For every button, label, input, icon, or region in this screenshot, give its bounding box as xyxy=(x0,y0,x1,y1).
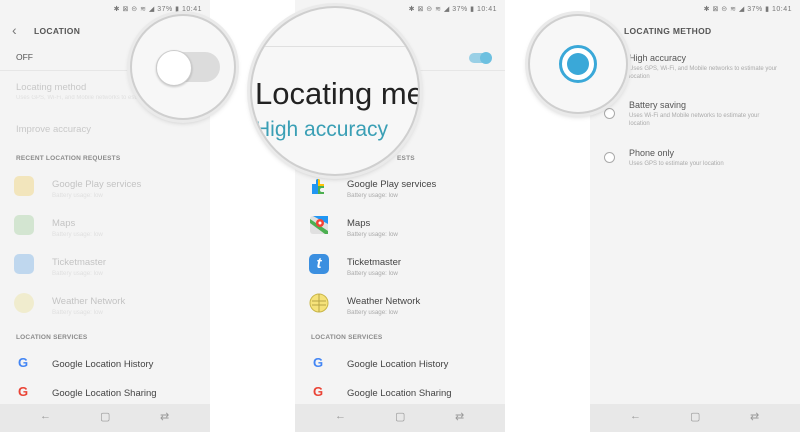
app-name: Maps xyxy=(347,218,371,229)
nav-back-icon[interactable]: ← xyxy=(40,410,51,422)
divider xyxy=(252,46,418,47)
nav-recent-apps-icon[interactable]: ⇄ xyxy=(750,410,759,423)
option-description: Uses GPS, Wi-Fi, and Mobile networks to … xyxy=(629,66,778,80)
zoomed-high-accuracy-label[interactable]: High accuracy xyxy=(255,118,388,142)
radio-button-unselected[interactable] xyxy=(604,108,615,119)
toggle-knob xyxy=(156,50,192,86)
location-toggle-off[interactable] xyxy=(156,50,220,86)
service-name: Google Location Sharing xyxy=(347,388,452,399)
ticketmaster-icon: t xyxy=(309,254,329,274)
radio-button-unselected[interactable] xyxy=(604,152,615,163)
app-name: Maps xyxy=(52,218,76,229)
google-g-icon: G xyxy=(313,384,324,399)
back-arrow-icon[interactable]: ‹ xyxy=(12,22,17,38)
toggle-knob xyxy=(480,52,492,64)
status-indicators: ✱ ⊠ ⊝ ≋ ◢ 37% ▮ 10:41 xyxy=(408,6,497,13)
locating-method-label: Locating method xyxy=(16,82,87,93)
recent-requests-header: ESTS xyxy=(397,155,415,162)
nav-back-icon[interactable]: ← xyxy=(335,410,346,422)
toggle-state-label: OFF xyxy=(16,52,33,62)
weather-globe-icon xyxy=(14,293,34,313)
google-g-icon: G xyxy=(313,355,324,370)
recent-requests-header: RECENT LOCATION REQUESTS xyxy=(16,155,121,162)
app-usage: Battery usage: low xyxy=(52,231,103,238)
service-name: Google Location Sharing xyxy=(52,388,157,399)
weather-globe-icon xyxy=(309,293,329,313)
improve-accuracy-label: Improve accuracy xyxy=(16,124,91,135)
location-services-header: LOCATION SERVICES xyxy=(311,334,383,341)
nav-home-icon[interactable]: ▢ xyxy=(100,410,110,423)
nav-back-icon[interactable]: ← xyxy=(630,410,641,422)
magnifier-selected-radio xyxy=(528,14,628,114)
zoomed-locating-method-label: Locating me xyxy=(255,76,420,111)
page-title: LOCATION xyxy=(34,26,81,36)
location-toggle-on[interactable] xyxy=(469,52,492,64)
nav-recent-apps-icon[interactable]: ⇄ xyxy=(160,410,169,423)
navigation-bar: ← ▢ ⇄ xyxy=(295,404,505,432)
status-indicators: ✱ ⊠ ⊝ ≋ ◢ 37% ▮ 10:41 xyxy=(703,6,792,13)
magnifier-toggle-off xyxy=(130,14,236,120)
puzzle-piece-icon xyxy=(309,176,329,196)
option-label: Battery saving xyxy=(629,100,687,110)
page-title: LOCATING METHOD xyxy=(624,26,712,36)
radio-dot xyxy=(567,53,589,75)
google-g-icon: G xyxy=(18,384,29,399)
option-label: High accuracy xyxy=(629,53,687,63)
ticketmaster-icon xyxy=(14,254,34,274)
app-usage: Battery usage: low xyxy=(347,309,398,316)
option-description: Uses Wi-Fi and Mobile networks to estima… xyxy=(629,113,760,127)
radio-button-selected[interactable] xyxy=(559,45,597,83)
app-usage: Battery usage: low xyxy=(347,192,398,199)
status-bar: ✱ ⊠ ⊝ ≋ ◢ 37% ▮ 10:41 xyxy=(590,0,800,18)
locating-method-summary: Uses GPS, Wi-Fi, and Mobile networks to … xyxy=(16,95,141,101)
status-indicators: ✱ ⊠ ⊝ ≋ ◢ 37% ▮ 10:41 xyxy=(113,6,202,13)
service-name: Google Location History xyxy=(52,359,154,370)
service-name: Google Location History xyxy=(347,359,449,370)
app-name: Ticketmaster xyxy=(52,257,107,268)
app-usage: Battery usage: low xyxy=(347,270,398,277)
option-label: Phone only xyxy=(629,148,675,158)
app-usage: Battery usage: low xyxy=(52,192,103,199)
nav-home-icon[interactable]: ▢ xyxy=(690,410,700,423)
app-name: Ticketmaster xyxy=(347,257,402,268)
navigation-bar: ← ▢ ⇄ xyxy=(0,404,210,432)
app-usage: Battery usage: low xyxy=(52,309,103,316)
map-pin-icon xyxy=(14,215,34,235)
location-services-header: LOCATION SERVICES xyxy=(16,334,88,341)
magnifier-locating-method: Locating me High accuracy xyxy=(250,6,420,176)
app-name: Weather Network xyxy=(347,296,421,307)
google-g-icon: G xyxy=(18,355,29,370)
app-usage: Battery usage: low xyxy=(347,231,398,238)
puzzle-piece-icon xyxy=(14,176,34,196)
app-name: Google Play services xyxy=(52,179,142,190)
app-usage: Battery usage: low xyxy=(52,270,103,277)
app-name: Google Play services xyxy=(347,179,437,190)
app-name: Weather Network xyxy=(52,296,126,307)
nav-home-icon[interactable]: ▢ xyxy=(395,410,405,423)
map-pin-icon xyxy=(309,215,329,235)
option-description: Uses GPS to estimate your location xyxy=(629,161,724,167)
nav-recent-apps-icon[interactable]: ⇄ xyxy=(455,410,464,423)
navigation-bar: ← ▢ ⇄ xyxy=(590,404,800,432)
